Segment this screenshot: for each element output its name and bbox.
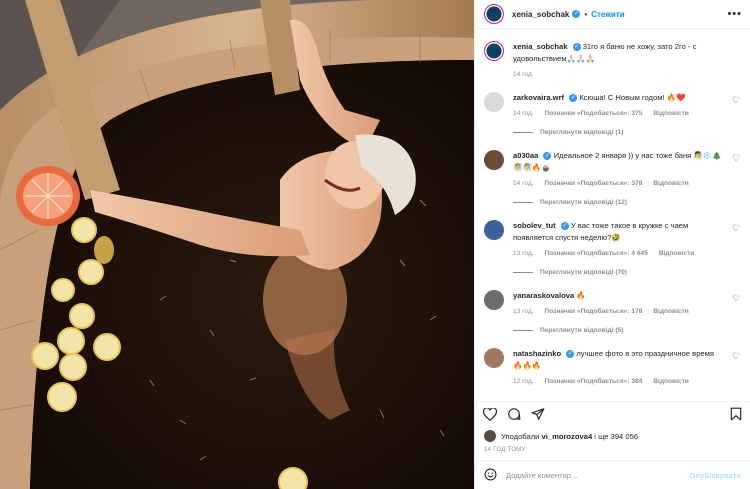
- comment-input[interactable]: [506, 470, 690, 480]
- caption-time[interactable]: 14 год.: [513, 71, 534, 78]
- caption-author-avatar[interactable]: [484, 41, 504, 61]
- comment-item: natashazinko ✓ лучшее фото в это праздни…: [484, 348, 741, 385]
- replies-line: [513, 132, 533, 133]
- like-comment-heart-icon[interactable]: ♡: [732, 294, 741, 303]
- verified-badge-icon: ✓: [572, 43, 581, 51]
- comment-meta: 14 год. Позначки «Подобається»: 375 Відп…: [513, 110, 725, 117]
- reply-button[interactable]: Відповісти: [653, 110, 689, 117]
- reply-button[interactable]: Відповісти: [653, 308, 689, 315]
- author-username[interactable]: xenia_sobchak: [512, 10, 569, 19]
- author-avatar[interactable]: [484, 4, 504, 24]
- instagram-post: xenia_sobchak ✓ • Стежити ••• xenia_sobc…: [0, 0, 750, 489]
- replies-line: [513, 272, 533, 273]
- comment-body: 🔥: [576, 291, 586, 300]
- comment-time[interactable]: 13 год.: [513, 308, 534, 315]
- comments-list[interactable]: xenia_sobchak ✓ 31го я баню не хожу, зат…: [475, 29, 750, 401]
- more-options-icon[interactable]: •••: [727, 8, 742, 20]
- like-comment-heart-icon[interactable]: ♡: [732, 96, 741, 105]
- separator-dot: •: [584, 9, 588, 19]
- comment-text: yanaraskovalova 🔥: [513, 290, 725, 302]
- view-replies-button[interactable]: Переглянути відповіді (70): [513, 269, 725, 276]
- caption-meta: 14 год.: [513, 71, 725, 78]
- comment-text: sobolev_tut ✓ У вас тоже такое в кружке …: [513, 220, 725, 244]
- reply-button[interactable]: Відповісти: [653, 378, 689, 385]
- verified-badge-icon: ✓: [566, 350, 575, 358]
- comment-likes[interactable]: Позначки «Подобається»: 378: [544, 180, 642, 187]
- verified-badge-icon: ✓: [572, 10, 581, 18]
- liked-user-link[interactable]: vi_morozova4: [542, 432, 593, 441]
- caption-author[interactable]: xenia_sobchak: [513, 42, 567, 51]
- comment-body: Ксюша! С Новым годом! 🔥❤️: [579, 93, 686, 102]
- view-replies-label[interactable]: Переглянути відповіді (12): [540, 199, 627, 206]
- liked-prefix: Уподобали: [501, 431, 540, 441]
- comment-text: a030aa ✓ Идеальное 2 января )) у нас тож…: [513, 150, 725, 174]
- comment-meta: 12 год. Позначки «Подобається»: 384 Відп…: [513, 378, 725, 385]
- comment-time[interactable]: 12 год.: [513, 378, 534, 385]
- photo-canvas: [0, 0, 474, 489]
- comment-item: zarkovaira.wrf ✓ Ксюша! С Новым годом! 🔥…: [484, 92, 741, 136]
- verified-badge-icon: ✓: [569, 94, 578, 102]
- reply-button[interactable]: Відповісти: [653, 180, 689, 187]
- view-replies-button[interactable]: Переглянути відповіді (12): [513, 199, 725, 206]
- view-replies-label[interactable]: Переглянути відповіді (1): [540, 129, 623, 136]
- like-comment-heart-icon[interactable]: ♡: [732, 352, 741, 361]
- publish-comment-button[interactable]: Опублікувати: [690, 471, 741, 480]
- post-header: xenia_sobchak ✓ • Стежити •••: [475, 0, 750, 29]
- post-side-panel: xenia_sobchak ✓ • Стежити ••• xenia_sobc…: [474, 0, 750, 489]
- like-comment-heart-icon[interactable]: ♡: [732, 224, 741, 233]
- comment-meta: 13 год. Позначки «Подобається»: 4 645 Ві…: [513, 250, 725, 257]
- commenter-avatar[interactable]: [484, 348, 504, 368]
- reply-button[interactable]: Відповісти: [659, 250, 695, 257]
- view-replies-label[interactable]: Переглянути відповіді (70): [540, 269, 627, 276]
- post-photo[interactable]: [0, 0, 474, 489]
- follow-button[interactable]: Стежити: [591, 10, 624, 19]
- commenter-avatar[interactable]: [484, 220, 504, 240]
- comment-item: sobolev_tut ✓ У вас тоже такое в кружке …: [484, 220, 741, 276]
- replies-line: [513, 330, 533, 331]
- comment-text: zarkovaira.wrf ✓ Ксюша! С Новым годом! 🔥…: [513, 92, 725, 104]
- post-time-ago[interactable]: 14 ГОД ТОМУ: [475, 444, 750, 460]
- liker-avatar[interactable]: [484, 430, 496, 442]
- view-replies-button[interactable]: Переглянути відповіді (1): [513, 129, 725, 136]
- comment-time[interactable]: 14 год.: [513, 110, 534, 117]
- view-replies-button[interactable]: Переглянути відповіді (5): [513, 327, 725, 334]
- comment-username[interactable]: zarkovaira.wrf: [513, 93, 564, 102]
- view-replies-label[interactable]: Переглянути відповіді (5): [540, 327, 623, 334]
- like-heart-icon[interactable]: [482, 406, 498, 423]
- add-comment-bar: Опублікувати: [475, 460, 750, 489]
- comment-username[interactable]: yanaraskovalova: [513, 291, 574, 300]
- commenter-avatar[interactable]: [484, 150, 504, 170]
- comment-likes[interactable]: Позначки «Подобається»: 384: [544, 378, 642, 385]
- bookmark-save-icon[interactable]: [730, 407, 742, 423]
- comment-likes[interactable]: Позначки «Подобається»: 375: [544, 110, 642, 117]
- like-comment-heart-icon[interactable]: ♡: [732, 154, 741, 163]
- comment-item: yanaraskovalova 🔥 13 год. Позначки «Подо…: [484, 290, 741, 334]
- verified-badge-icon: ✓: [560, 222, 569, 230]
- commenter-avatar[interactable]: [484, 290, 504, 310]
- comment-bubble-icon[interactable]: [507, 407, 521, 423]
- comment-username[interactable]: sobolev_tut: [513, 221, 556, 230]
- comment-likes[interactable]: Позначки «Подобається»: 4 645: [544, 250, 647, 257]
- post-actions-bar: [475, 401, 750, 428]
- post-caption: xenia_sobchak ✓ 31го я баню не хожу, зат…: [484, 41, 741, 78]
- replies-line: [513, 202, 533, 203]
- comment-meta: 13 год. Позначки «Подобається»: 178 Відп…: [513, 308, 725, 315]
- comment-username[interactable]: natashazinko: [513, 349, 561, 358]
- comment-time[interactable]: 14 год.: [513, 180, 534, 187]
- comment-meta: 14 год. Позначки «Подобається»: 378 Відп…: [513, 180, 725, 187]
- comment-username[interactable]: a030aa: [513, 151, 538, 160]
- comment-text: natashazinko ✓ лучшее фото в это праздни…: [513, 348, 725, 372]
- commenter-avatar[interactable]: [484, 92, 504, 112]
- caption-text: xenia_sobchak ✓ 31го я баню не хожу, зат…: [513, 41, 725, 65]
- emoji-smile-icon[interactable]: [484, 468, 497, 483]
- comment-item: a030aa ✓ Идеальное 2 января )) у нас тож…: [484, 150, 741, 206]
- verified-badge-icon: ✓: [543, 152, 552, 160]
- comment-time[interactable]: 13 год.: [513, 250, 534, 257]
- liked-count[interactable]: і ще 394 056: [594, 432, 638, 441]
- comment-likes[interactable]: Позначки «Подобається»: 178: [544, 308, 642, 315]
- likes-summary: Уподобали vi_morozova4 і ще 394 056: [475, 428, 750, 444]
- share-paper-plane-icon[interactable]: [531, 407, 545, 423]
